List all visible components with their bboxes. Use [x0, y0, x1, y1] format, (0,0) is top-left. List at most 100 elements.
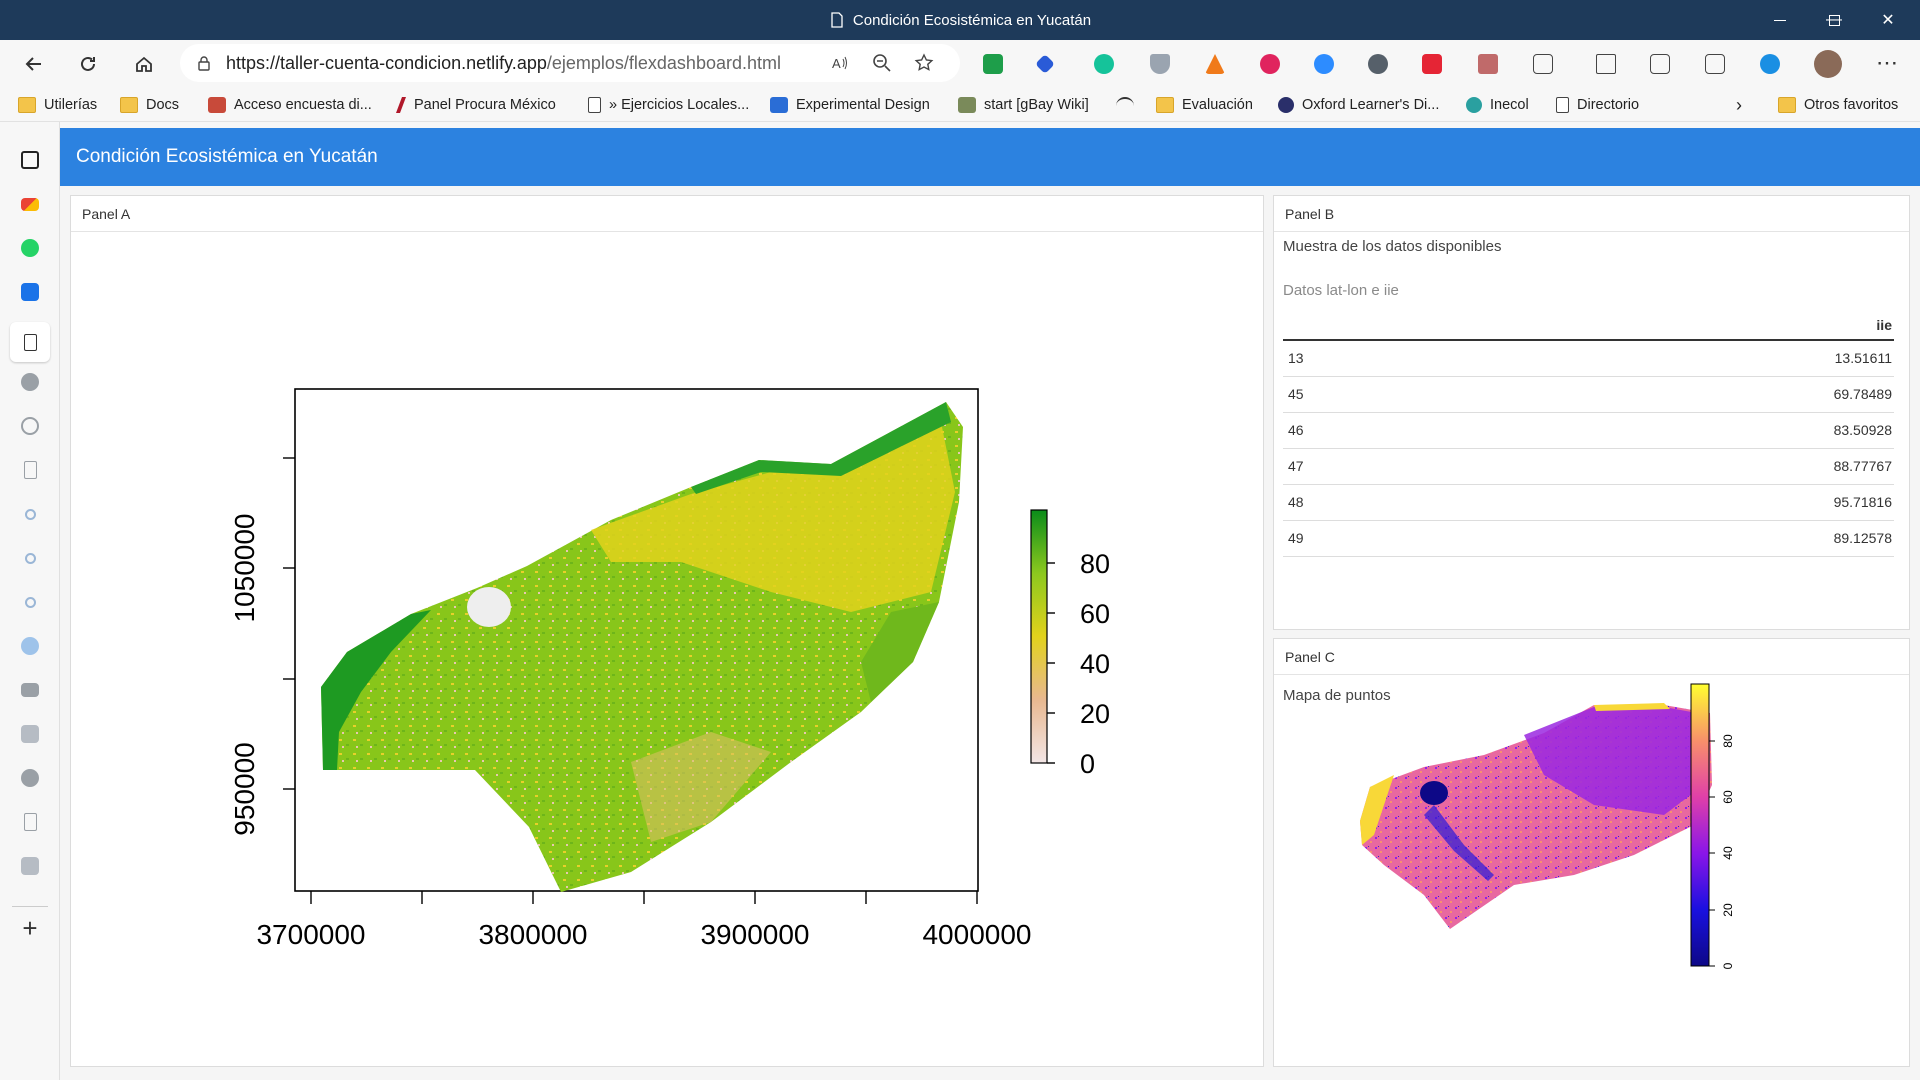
whatsapp-icon[interactable]	[18, 236, 42, 260]
inecol-icon	[1466, 97, 1482, 113]
chart-app-icon[interactable]	[18, 722, 42, 746]
signal-icon	[1116, 97, 1134, 113]
bookmark-otros-favoritos[interactable]: Otros favoritos	[1778, 94, 1898, 116]
read-aloud-icon[interactable]: A	[830, 53, 850, 73]
bookmark-signal[interactable]	[1116, 94, 1142, 116]
bookmark-evaluacion[interactable]: Evaluación	[1156, 94, 1253, 116]
google-icon[interactable]	[18, 414, 42, 438]
bookmark-directorio[interactable]: Directorio	[1556, 94, 1639, 116]
zoom-icon[interactable]	[872, 53, 892, 73]
x-tick-3800000: 3800000	[478, 919, 587, 950]
legend-tick-80: 80	[1080, 549, 1110, 579]
row-iie: 95.71816	[1438, 484, 1894, 521]
restore-button[interactable]	[1806, 0, 1862, 40]
panel-c-title: Panel C	[1274, 639, 1909, 675]
panel-a: Panel A 1050000 950000 3700000 3800000 3…	[70, 195, 1264, 1067]
folder-icon	[1778, 97, 1796, 113]
zoom-app-icon[interactable]	[1314, 54, 1334, 74]
oxford-icon	[1278, 97, 1294, 113]
add-icon[interactable]: +	[18, 913, 42, 943]
extension-9-icon[interactable]	[1422, 54, 1442, 74]
video-icon[interactable]	[18, 678, 42, 702]
window-title: Condición Ecosistémica en Yucatán	[0, 0, 1920, 40]
bookmark-oxford[interactable]: Oxford Learner's Di...	[1278, 94, 1439, 116]
vlc-icon[interactable]	[1205, 54, 1225, 74]
document-icon[interactable]	[18, 458, 42, 482]
extension-1-icon[interactable]	[983, 54, 1003, 74]
c-legend-tick-0: 0	[1721, 962, 1735, 969]
chart-app-icon-2[interactable]	[18, 854, 42, 878]
tab-actions-icon[interactable]	[18, 148, 42, 172]
bookmark-docs[interactable]: Docs	[120, 94, 179, 116]
row-id: 49	[1283, 520, 1439, 557]
chat-icon[interactable]	[18, 634, 42, 658]
more-menu-icon[interactable]: ⋯	[1876, 50, 1898, 76]
row-iie: 13.51611	[1438, 340, 1894, 377]
url-host: https://taller-cuenta-condicion.netlify.…	[226, 52, 547, 73]
map-city-patch	[467, 587, 511, 627]
table-header-row: iie	[1283, 310, 1894, 341]
map-legend-bar	[1030, 509, 1048, 764]
table-row: 13 13.51611	[1283, 340, 1894, 377]
github-icon-2[interactable]	[18, 766, 42, 790]
page-panel-icon[interactable]	[10, 322, 50, 362]
reload-button[interactable]	[70, 46, 106, 82]
browser-sidebar: +	[0, 122, 60, 1080]
c-legend-tick-60: 60	[1721, 790, 1735, 804]
page-icon	[588, 97, 601, 113]
close-button[interactable]: ✕	[1860, 0, 1916, 40]
table-row: 48 95.71816	[1283, 484, 1894, 521]
pinterest-icon[interactable]	[1260, 54, 1280, 74]
favorites-icon[interactable]	[1596, 54, 1616, 74]
collections-icon[interactable]	[1650, 54, 1670, 74]
edge-icon[interactable]	[1760, 54, 1780, 74]
table-header-iie: iie	[1438, 310, 1894, 341]
search-icon-2[interactable]	[18, 546, 42, 570]
grammarly-icon[interactable]	[1094, 54, 1114, 74]
gmail-icon[interactable]	[18, 192, 42, 216]
bookmark-acceso-encuesta[interactable]: Acceso encuesta di...	[208, 94, 372, 116]
panel-b: Panel B Muestra de los datos disponibles…	[1273, 195, 1910, 630]
extension-2-icon[interactable]	[1035, 54, 1055, 74]
calendar-icon[interactable]	[18, 280, 42, 304]
panel-a-title: Panel A	[71, 196, 1263, 232]
github-icon[interactable]	[18, 370, 42, 394]
bookmarks-overflow-chevron-icon[interactable]: ›	[1736, 94, 1742, 116]
add-favorite-icon[interactable]	[914, 53, 934, 73]
panel-b-subtitle: Muestra de los datos disponibles	[1283, 238, 1502, 255]
reload-icon	[81, 56, 95, 71]
back-button[interactable]	[16, 46, 52, 82]
bookmark-gbay-wiki[interactable]: start [gBay Wiki]	[958, 94, 1089, 116]
lock-icon	[198, 56, 210, 71]
legend-tick-40: 40	[1080, 649, 1110, 679]
home-button[interactable]	[126, 46, 162, 82]
page-icon	[1556, 97, 1569, 113]
bookmark-experimental-design[interactable]: Experimental Design	[770, 94, 930, 116]
svg-text:A: A	[832, 56, 841, 71]
table-row: 49 89.12578	[1283, 520, 1894, 557]
extension-8-icon[interactable]	[1368, 54, 1388, 74]
bookmark-utilerias[interactable]: Utilerías	[18, 94, 97, 116]
extensions-icon[interactable]	[1533, 54, 1553, 74]
folder-icon	[1156, 97, 1174, 113]
search-icon[interactable]	[18, 502, 42, 526]
table-row: 47 88.77767	[1283, 448, 1894, 485]
table-header-id	[1283, 310, 1439, 341]
folder-icon	[120, 97, 138, 113]
minimize-button-2[interactable]	[1752, 0, 1808, 40]
address-bar[interactable]: https://taller-cuenta-condicion.netlify.…	[180, 44, 960, 82]
c-legend-tick-20: 20	[1721, 903, 1735, 917]
search-icon-3[interactable]	[18, 590, 42, 614]
bookmark-inecol[interactable]: Inecol	[1466, 94, 1529, 116]
math-solver-icon[interactable]	[1705, 54, 1725, 74]
extension-10-icon[interactable]	[1478, 54, 1498, 74]
bookmark-ejercicios[interactable]: » Ejercicios Locales...	[588, 94, 749, 116]
legend-tick-20: 20	[1080, 699, 1110, 729]
panel-c: Panel C Mapa de puntos 0 20 40 60 80	[1273, 638, 1910, 1067]
shield-icon[interactable]	[1150, 54, 1170, 74]
bookmark-panel-procura[interactable]: Panel Procura México	[396, 94, 556, 116]
y-tick-1050000: 1050000	[229, 513, 260, 622]
address-bar-row: https://taller-cuenta-condicion.netlify.…	[0, 40, 1920, 88]
document-icon-2[interactable]	[18, 810, 42, 834]
avatar[interactable]	[1814, 50, 1842, 78]
